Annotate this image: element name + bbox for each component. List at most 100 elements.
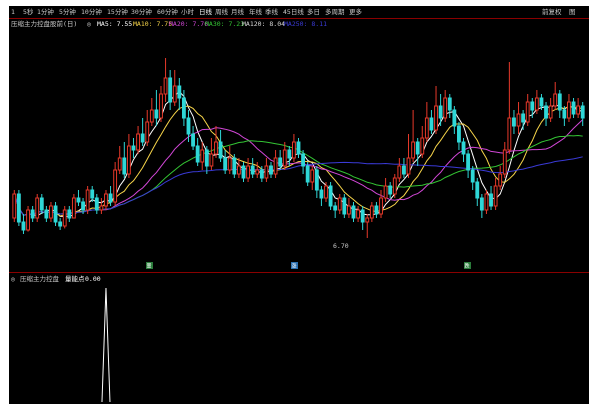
candle-body [177,85,182,99]
candle-body [186,117,191,135]
candle-body [200,149,205,163]
candle-body [383,185,388,199]
candle-body [337,197,342,211]
candle-body [296,141,301,155]
candle-body [512,117,516,127]
tab-8[interactable]: 小时 [181,7,194,17]
candle-body [397,165,402,179]
settings-icon[interactable]: ◎ [87,20,91,29]
candle-body [324,185,328,199]
candle-body [374,205,379,215]
candle-body [301,153,306,167]
candle-body [452,109,457,127]
candle-body [44,209,49,219]
candle-body [447,97,452,111]
candle-body [333,205,338,211]
tab-0[interactable]: 1 [11,7,15,17]
tab-14[interactable]: 45日线 [283,7,304,17]
tab-6[interactable]: 30分钟 [131,7,152,17]
candle-body [424,117,429,139]
candle-body [498,173,503,187]
ma-value-0: MA5: 7.55 [97,20,133,28]
ma-value-2: MA20: 7.76 [169,20,209,28]
candle-body [204,149,209,167]
panel-divider[interactable] [9,272,589,273]
candle-body [369,205,374,219]
candle-body [553,93,558,107]
candle-body [90,189,95,199]
candle-body [191,133,195,147]
candle-body [475,181,480,199]
candle-body [562,109,567,119]
candle-body [434,105,438,131]
candle-body [479,197,484,211]
candle-body [415,141,420,155]
candle-body [232,157,237,175]
indicator-bar: 压缩主力控盘股前(日) ◎ MA5: 7.55 MA10: 7.75 MA20: 7… [9,19,589,30]
volume-chart[interactable] [9,284,589,404]
candle-body [567,101,571,119]
candle-body [81,201,85,211]
tab-12[interactable]: 年线 [249,7,262,17]
candle-body [117,157,122,171]
tab-10[interactable]: 周线 [215,7,228,17]
indicator-name[interactable]: 压缩主力控盘股前(日) [11,20,77,29]
candle-body [209,153,214,167]
candle-body [250,165,255,175]
tab-1[interactable]: 5秒 [23,7,33,17]
settings-icon[interactable]: ◎ [11,275,15,284]
candle-body [214,141,218,155]
candle-body [571,101,576,115]
candle-body [443,97,448,119]
candle-body [85,189,90,211]
tab-11[interactable]: 月线 [231,7,244,17]
tab-2[interactable]: 1分钟 [37,7,54,17]
candle-body [159,93,163,119]
candle-body [342,197,347,215]
tab-17[interactable]: 更多 [349,7,362,17]
candle-body [406,157,411,175]
toolbar-right-0[interactable]: 前复权 [542,7,562,17]
candle-body [461,141,466,155]
candle-body [420,137,425,155]
candle-body [30,209,35,219]
tab-13[interactable]: 季线 [265,7,278,17]
candle-body [319,189,324,199]
candle-body [140,133,145,143]
candle-body [168,77,173,103]
period-toolbar: 1 5秒 1分钟 5分钟 10分钟 15分钟 30分钟 60分钟 小时 日线 周线 月线 年线 季线 45日… [9,6,589,18]
candle-body [282,149,287,167]
tab-9[interactable]: 日线 [199,7,212,17]
sub-indicator-name[interactable]: 压缩主力控盘 [20,275,59,284]
candle-body [255,169,260,175]
candle-body [576,105,581,115]
marker-label: 量 [147,263,152,270]
candle-body [544,105,548,119]
tab-5[interactable]: 15分钟 [107,7,128,17]
tab-15[interactable]: 多日 [307,7,320,17]
candle-body [227,157,232,171]
tab-7[interactable]: 60分钟 [157,7,178,17]
tab-4[interactable]: 10分钟 [81,7,102,17]
candle-body [365,217,370,223]
price-chart[interactable]: 6.70 量 涨 跌 [9,30,589,272]
candle-body [489,193,493,207]
ma-value-1: MA10: 7.75 [133,20,173,28]
candle-body [62,209,67,227]
candle-body [557,93,562,111]
candle-body [457,125,461,143]
sub-indicator-label: 量能点 [65,275,85,283]
tab-3[interactable]: 5分钟 [59,7,76,17]
candle-body [287,149,292,159]
candle-body [154,109,159,119]
marker-label: 涨 [292,263,297,270]
candle-body [507,117,512,151]
ma-value-4: MA120: 8.04 [242,20,286,28]
sub-indicator-bar: ◎ 压缩主力控盘 量能点 0.00 [9,274,589,284]
toolbar-right-1[interactable]: 图 [569,7,576,17]
tab-16[interactable]: 多周期 [325,7,345,17]
candle-body [149,109,154,123]
candle-body [163,77,168,95]
candle-body [269,165,273,175]
candle-body [466,153,471,171]
